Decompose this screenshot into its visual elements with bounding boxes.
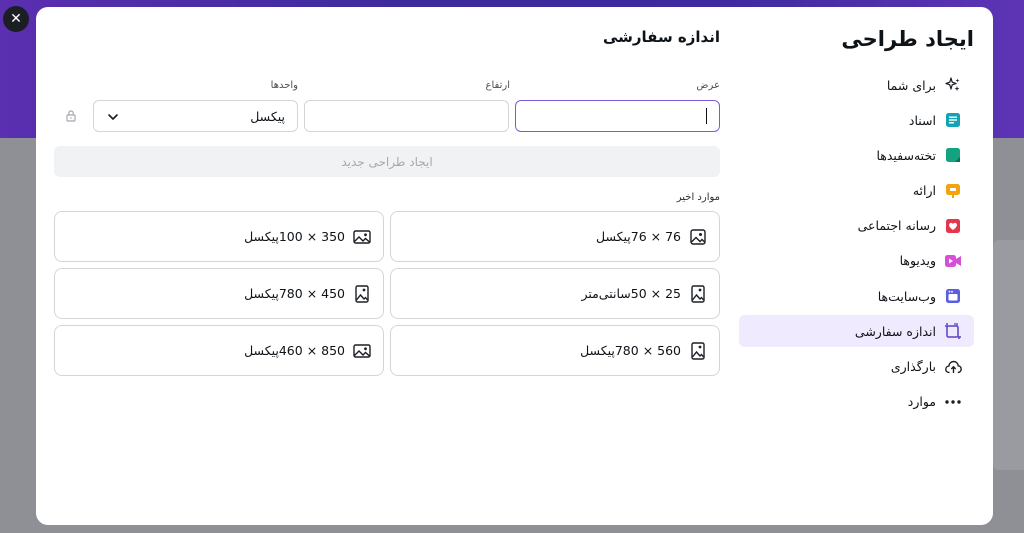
video-icon xyxy=(944,252,962,270)
sidebar-item-upload[interactable]: بارگذاری xyxy=(739,351,974,383)
recent-item-label: 850 × 460پیکسل xyxy=(244,343,345,358)
sidebar-item-social-media[interactable]: رسانه اجتماعی xyxy=(739,210,974,242)
recent-item[interactable]: 76 × 76پیکسل xyxy=(390,211,720,262)
backdrop-card xyxy=(993,240,1024,470)
website-icon xyxy=(944,287,962,305)
whiteboard-icon xyxy=(944,146,962,164)
units-label: واحدها xyxy=(270,80,298,91)
sidebar-item-label: موارد xyxy=(907,394,936,410)
height-label: ارتفاع xyxy=(485,80,510,91)
text-caret xyxy=(705,108,707,124)
image-icon xyxy=(353,342,371,360)
image-icon xyxy=(353,228,371,246)
recent-item[interactable]: 350 × 100پیکسل xyxy=(54,211,384,262)
sidebar-item-more[interactable]: موارد xyxy=(739,386,974,418)
chevron-down-icon xyxy=(106,109,120,123)
lock-aspect-ratio-icon[interactable] xyxy=(64,108,78,122)
custom-size-icon xyxy=(944,322,962,340)
sidebar-nav: برای شما اسناد تخته‌سفیدها ارائه xyxy=(739,69,974,421)
sidebar-item-presentations[interactable]: ارائه xyxy=(739,175,974,207)
sidebar-item-label: وب‌سایت‌ها xyxy=(877,288,936,304)
recent-item-label: 450 × 780پیکسل xyxy=(244,286,345,301)
recent-item-label: 25 × 50سانتی‌متر xyxy=(581,286,681,301)
recent-item-label: 560 × 780پیکسل xyxy=(580,343,681,358)
sidebar: ایجاد طراحی برای شما اسناد تخته‌سفیدها xyxy=(739,7,974,525)
sidebar-item-custom-size[interactable]: اندازه سفارشی xyxy=(739,315,974,348)
sidebar-title: ایجاد طراحی xyxy=(841,27,974,51)
page-title: اندازه سفارشی xyxy=(602,28,720,46)
recent-item[interactable]: 560 × 780پیکسل xyxy=(390,325,720,376)
create-new-design-button[interactable]: ایجاد طراحی جدید xyxy=(54,146,720,177)
sidebar-item-label: رسانه اجتماعی xyxy=(857,218,936,234)
recent-item[interactable]: 850 × 460پیکسل xyxy=(54,325,384,376)
sidebar-item-label: اندازه سفارشی xyxy=(854,323,936,339)
width-input[interactable] xyxy=(515,100,720,132)
recent-item[interactable]: 25 × 50سانتی‌متر xyxy=(390,268,720,319)
document-icon xyxy=(944,111,962,129)
sidebar-item-whiteboards[interactable]: تخته‌سفیدها xyxy=(739,139,974,171)
sidebar-item-websites[interactable]: وب‌سایت‌ها xyxy=(739,280,974,312)
portrait-image-icon xyxy=(689,284,707,303)
recent-designs-label: موارد اخیر xyxy=(676,192,720,203)
close-dialog-button[interactable]: ✕ xyxy=(3,6,29,32)
sidebar-item-label: ارائه xyxy=(912,183,936,199)
more-icon xyxy=(944,393,962,411)
portrait-image-icon xyxy=(353,284,371,303)
recent-item-label: 350 × 100پیکسل xyxy=(244,229,345,244)
recent-item-label: 76 × 76پیکسل xyxy=(595,229,681,244)
sidebar-item-for-you[interactable]: برای شما xyxy=(739,69,974,101)
units-select[interactable]: پیکسل xyxy=(93,100,298,132)
units-selected-value: پیکسل xyxy=(250,109,285,124)
sidebar-item-label: ویدیوها xyxy=(899,253,936,269)
image-icon xyxy=(689,228,707,246)
sparkle-icon xyxy=(944,76,962,94)
sidebar-item-label: برای شما xyxy=(886,77,936,93)
sidebar-item-label: تخته‌سفیدها xyxy=(876,147,936,163)
heart-icon xyxy=(944,217,962,235)
recent-item[interactable]: 450 × 780پیکسل xyxy=(54,268,384,319)
custom-size-panel: اندازه سفارشی عرض ارتفاع واحدها پیکسل ای… xyxy=(54,7,720,525)
close-icon: ✕ xyxy=(10,11,22,27)
presentation-icon xyxy=(944,182,962,200)
height-input[interactable] xyxy=(304,100,509,132)
sidebar-item-label: اسناد xyxy=(908,112,936,128)
upload-cloud-icon xyxy=(944,358,962,376)
sidebar-item-docs[interactable]: اسناد xyxy=(739,104,974,136)
width-label: عرض xyxy=(696,80,720,91)
portrait-image-icon xyxy=(689,341,707,360)
create-design-dialog: ایجاد طراحی برای شما اسناد تخته‌سفیدها xyxy=(36,7,993,525)
sidebar-item-videos[interactable]: ویدیوها xyxy=(739,245,974,277)
sidebar-item-label: بارگذاری xyxy=(890,359,936,374)
